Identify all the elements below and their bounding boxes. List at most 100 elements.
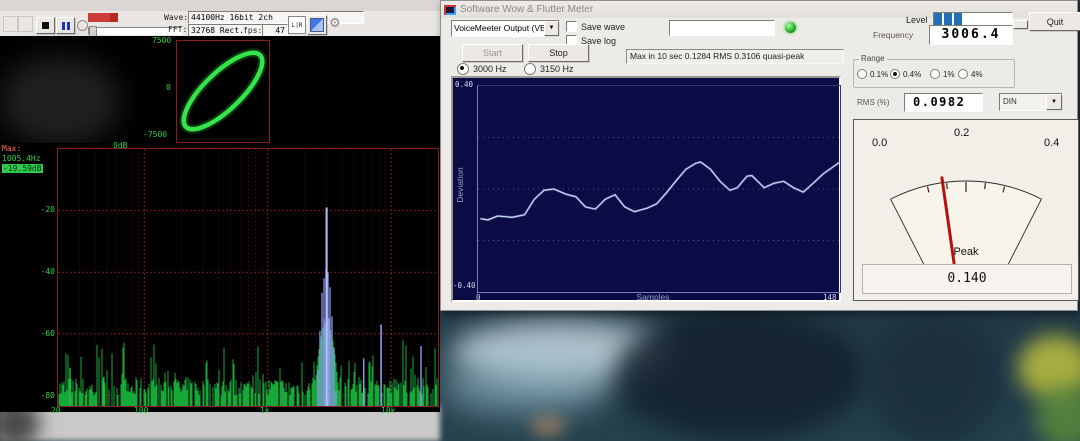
analyzer-toolbar: Wave: 44100Hz 16bit 2ch FFT: 32768 Rect.…	[0, 0, 440, 37]
plot-x-min-label: 0	[476, 293, 481, 302]
save-wave-checkbox[interactable]: Save wave	[566, 21, 625, 32]
peak-display: 0.140	[862, 264, 1072, 294]
dropdown-arrow-icon[interactable]: ▼	[1046, 94, 1062, 110]
plot-y-min-label: -0.40	[453, 281, 476, 290]
radio-icon	[930, 69, 940, 79]
spectrum-palette-icon	[310, 18, 324, 32]
status-display: Max in 10 sec 0.1284 RMS 0.3106 quasi-pe…	[626, 49, 844, 64]
wallpaper-cloud	[440, 360, 610, 415]
range-groupbox: Range 0.1% 0.4% 1% 4%	[853, 59, 1015, 88]
window-title: Software Wow & Flutter Meter	[460, 4, 593, 15]
clip-indicator	[88, 13, 118, 22]
weighting-dropdown[interactable]: DIN ▼	[999, 93, 1063, 111]
freq-radio-3150[interactable]: 3150 Hz	[524, 63, 574, 75]
fft-info-label: FFT:	[168, 25, 187, 34]
wave-info-label: Wave:	[164, 13, 188, 22]
meter-scale-1: 0.2	[954, 127, 969, 139]
pause-button[interactable]	[56, 17, 75, 34]
signal-led-icon	[785, 22, 796, 33]
range-radio-2[interactable]: 1%	[930, 69, 955, 79]
dropdown-arrow-icon[interactable]: ▼	[544, 21, 559, 36]
display-mode-button[interactable]	[307, 15, 327, 35]
device-dropdown[interactable]: VoiceMeeter Output (VB- ▼	[451, 20, 560, 37]
spectrum-y-tick: -60	[36, 329, 55, 338]
lissajous-y-mid-label: 0	[166, 83, 171, 92]
range-radio-1[interactable]: 0.4%	[890, 69, 921, 79]
range-option-label: 0.1%	[870, 70, 888, 79]
stop-button[interactable]	[36, 17, 55, 34]
deviation-plot: 0.40 -0.40 Deviation 0 Samples 148	[451, 76, 841, 302]
deviation-chart	[478, 86, 840, 292]
pause-icon	[62, 22, 65, 30]
radio-icon	[524, 63, 536, 75]
fps-label: fps:	[243, 26, 262, 35]
lissajous-panel: 7500 0 -7500	[0, 36, 440, 143]
wallpaper-glow	[530, 415, 566, 437]
spectrum-chart	[58, 149, 438, 406]
freq-3150-label: 3150 Hz	[540, 64, 574, 74]
wow-flutter-window: Software Wow & Flutter Meter VoiceMeeter…	[440, 0, 1078, 311]
frequency-display: 3006.4	[929, 25, 1013, 45]
range-option-label: 1%	[943, 70, 955, 79]
radio-icon	[890, 69, 900, 79]
freq-3000-label: 3000 Hz	[473, 64, 507, 74]
stop-run-button[interactable]: Stop	[528, 44, 589, 62]
plot-ylabel: Deviation	[455, 150, 465, 220]
stop-icon	[42, 22, 49, 29]
rms-label: RMS (%)	[857, 98, 889, 107]
quit-button[interactable]: Quit	[1029, 12, 1080, 31]
lissajous-y-max-label: 7500	[152, 36, 171, 45]
channel-toggle-button[interactable]: L|R	[288, 16, 306, 34]
screen: Wave: 44100Hz 16bit 2ch FFT: 32768 Rect.…	[0, 0, 1080, 441]
wallpaper-trees	[615, 310, 865, 440]
wallpaper-trees	[870, 315, 1000, 441]
plot-area	[477, 85, 841, 293]
spectrum-y-tick: -80	[36, 391, 55, 400]
spectrum-max-freq: 1005.4Hz	[2, 154, 41, 163]
lissajous-plot	[176, 40, 270, 143]
spectrum-panel: Max: 1005.4Hz -19.59dB 0dB -20 -40 -60 -…	[0, 143, 440, 412]
plot-y-max-label: 0.40	[455, 80, 473, 89]
range-label: Range	[859, 54, 887, 63]
spectrum-y-tick: -40	[36, 267, 55, 276]
lissajous-ellipse	[177, 41, 269, 142]
weighting-value: DIN	[1003, 97, 1017, 106]
start-button[interactable]: Start	[462, 44, 523, 62]
range-option-label: 0.4%	[903, 70, 921, 79]
spectrum-y-tick: -20	[36, 205, 55, 214]
spectrum-plot	[57, 148, 439, 407]
record-button[interactable]	[77, 20, 88, 31]
range-radio-3[interactable]: 4%	[958, 69, 983, 79]
radio-icon	[958, 69, 968, 79]
pause-icon	[67, 22, 70, 30]
save-wave-label: Save wave	[581, 22, 625, 32]
checkbox-icon	[566, 21, 577, 32]
spectrum-x-tick: 20	[51, 406, 61, 415]
peak-label: Peak	[854, 246, 1078, 258]
filename-input[interactable]	[669, 20, 775, 36]
plot-x-max-label: 148	[823, 293, 837, 302]
app-icon	[444, 5, 456, 15]
lissajous-y-min-label: -7500	[143, 130, 167, 139]
spectrum-x-tick: 100	[134, 406, 148, 415]
spectrum-x-tick: 10k	[381, 406, 395, 415]
range-radio-0[interactable]: 0.1%	[857, 69, 888, 79]
device-dropdown-value: VoiceMeeter Output (VB-	[454, 23, 544, 33]
level-label: Level	[906, 15, 928, 25]
rms-display: 0.0982	[904, 93, 983, 112]
radio-icon	[457, 63, 469, 75]
peak-meter-panel: 0.0 0.2 0.4 Peak 0.140	[853, 119, 1079, 301]
spectrum-x-tick: 1k	[260, 406, 270, 415]
small-button[interactable]	[1013, 20, 1028, 29]
spectrum-max-db: -19.59dB	[2, 164, 43, 173]
freq-radio-3000[interactable]: 3000 Hz	[457, 63, 507, 75]
radio-icon	[857, 69, 867, 79]
toolbar-button[interactable]	[3, 16, 18, 32]
audio-analyzer-window: Wave: 44100Hz 16bit 2ch FFT: 32768 Rect.…	[0, 0, 440, 412]
settings-wrench-icon[interactable]: ⚙	[329, 15, 345, 33]
spectrum-max-label: Max:	[2, 144, 21, 153]
dark-reflection	[0, 56, 120, 146]
frequency-label: Frequency	[873, 30, 913, 40]
toolbar-button[interactable]	[18, 16, 33, 32]
range-option-label: 4%	[971, 70, 983, 79]
